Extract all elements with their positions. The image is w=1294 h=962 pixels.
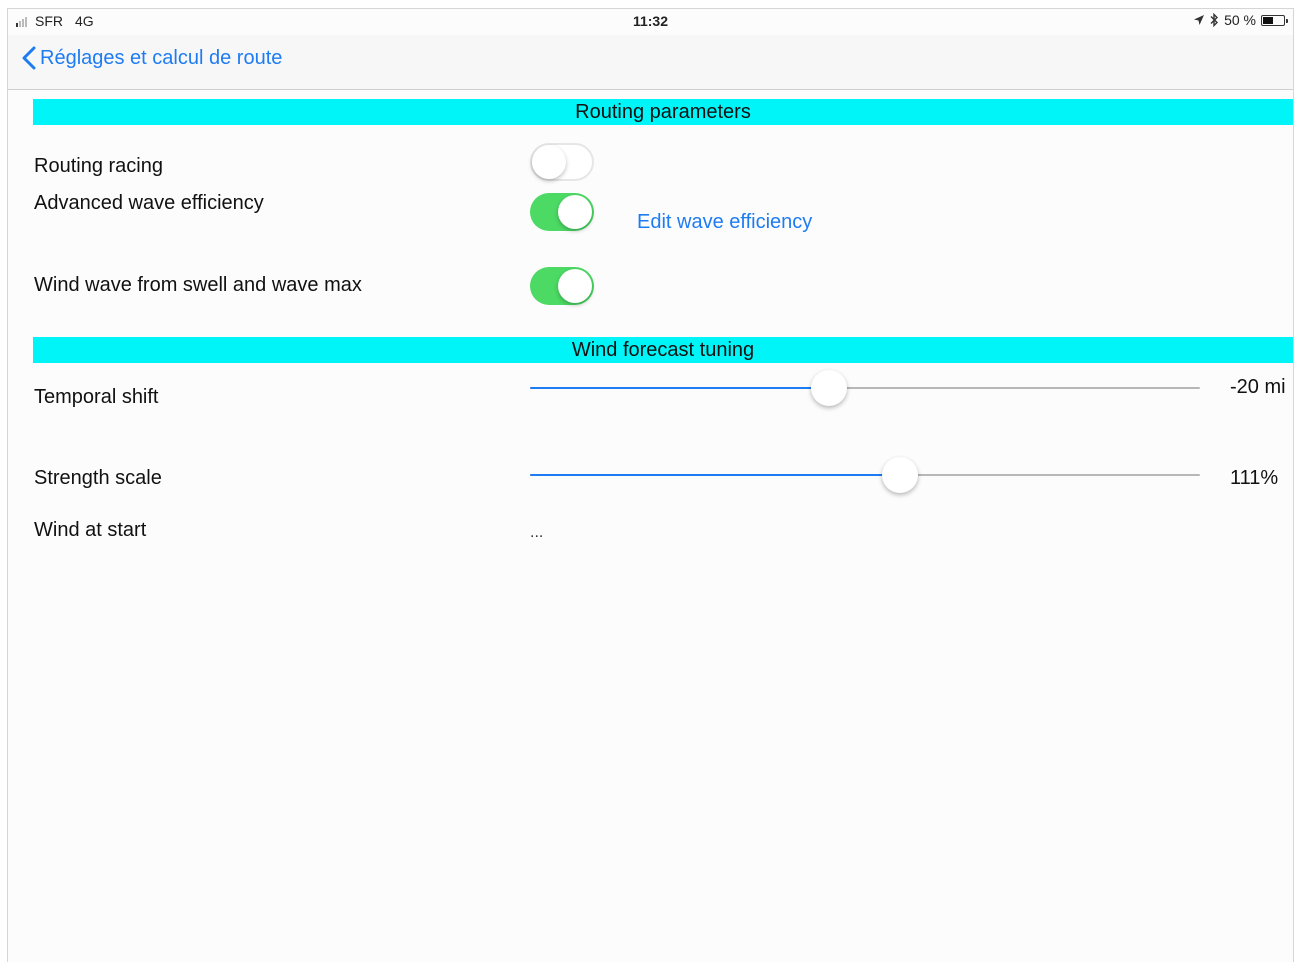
advanced-wave-efficiency-label: Advanced wave efficiency	[34, 192, 264, 214]
navigation-bar: Réglages et calcul de route	[8, 35, 1293, 90]
slider-progress	[530, 387, 829, 389]
settings-screen: SFR 4G 11:32 50 % Réglages et calcul de …	[7, 8, 1294, 962]
strength-scale-value: 111%	[1230, 467, 1279, 489]
back-button[interactable]: Réglages et calcul de route	[22, 46, 282, 70]
wind-at-start-label: Wind at start	[34, 519, 147, 541]
battery-percent: 50 %	[1224, 12, 1256, 28]
wind-wave-label: Wind wave from swell and wave max	[34, 274, 362, 296]
chevron-left-icon	[22, 46, 36, 70]
slider-thumb[interactable]	[881, 457, 918, 493]
temporal-shift-value: -20 mi	[1230, 376, 1286, 398]
toggle-knob	[558, 195, 592, 229]
temporal-shift-slider[interactable]	[530, 368, 1200, 408]
battery-icon	[1261, 14, 1288, 26]
back-button-label: Réglages et calcul de route	[40, 46, 283, 69]
wind-forecast-tuning-header: Wind forecast tuning	[33, 337, 1293, 363]
status-bar: SFR 4G 11:32 50 %	[8, 9, 1293, 35]
status-right: 50 %	[1193, 12, 1288, 28]
slider-progress	[530, 474, 900, 476]
routing-racing-label: Routing racing	[34, 155, 163, 177]
wind-at-start-value: ...	[530, 524, 544, 541]
status-time: 11:32	[632, 13, 669, 29]
wind-wave-toggle[interactable]	[530, 267, 594, 305]
toggle-knob	[558, 269, 592, 303]
strength-scale-slider[interactable]	[530, 455, 1200, 495]
edit-wave-efficiency-link[interactable]: Edit wave efficiency	[637, 211, 812, 234]
bluetooth-icon	[1210, 13, 1219, 27]
routing-parameters-header: Routing parameters	[33, 99, 1293, 125]
location-arrow-icon	[1194, 15, 1205, 25]
strength-scale-label: Strength scale	[34, 467, 162, 489]
advanced-wave-efficiency-toggle[interactable]	[530, 193, 594, 231]
slider-thumb[interactable]	[810, 370, 847, 406]
routing-racing-toggle[interactable]	[530, 143, 594, 181]
toggle-knob	[532, 145, 566, 179]
temporal-shift-label: Temporal shift	[34, 386, 159, 408]
